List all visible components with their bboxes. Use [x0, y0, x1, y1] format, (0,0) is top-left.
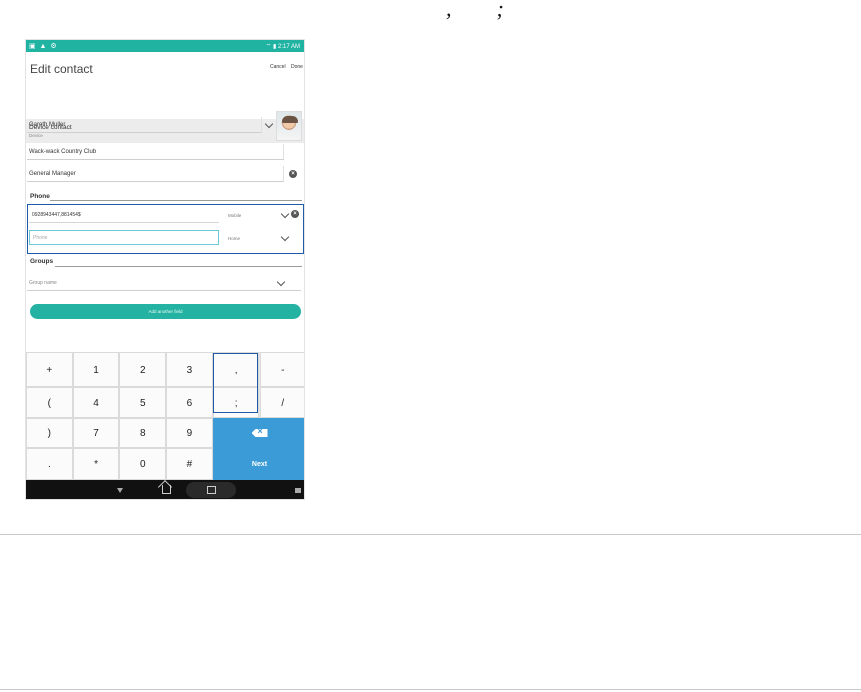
- backspace-icon: [251, 429, 268, 437]
- key-2-3[interactable]: 0: [119, 448, 167, 480]
- key-2-0[interactable]: 2: [119, 352, 167, 387]
- key-3-0[interactable]: 3: [166, 352, 213, 387]
- account-subtitle: Device: [29, 133, 43, 138]
- name-field[interactable]: Gareth Muller: [27, 117, 262, 133]
- status-icons-left: ▣ ▲ ⚙: [29, 43, 58, 50]
- key-4-0[interactable]: ,: [212, 352, 260, 387]
- caption-comma: ,: [446, 0, 452, 21]
- job-title-field[interactable]: General Manager: [27, 166, 284, 182]
- remove-phone-icon[interactable]: ×: [291, 210, 299, 218]
- menu-icon[interactable]: [295, 488, 301, 493]
- key-0-1[interactable]: (: [26, 387, 73, 418]
- chevron-down-icon[interactable]: [280, 209, 290, 219]
- group-name-select[interactable]: Group name: [27, 275, 301, 291]
- key-1-3[interactable]: *: [72, 448, 120, 480]
- next-key[interactable]: Next: [213, 448, 304, 480]
- recent-apps-button[interactable]: [186, 482, 236, 498]
- divider: [0, 689, 861, 690]
- numeric-keypad: +123,- (456;/)789.*0# Next: [26, 352, 304, 480]
- key-3-2[interactable]: 9: [166, 418, 213, 448]
- navigation-bar: [26, 480, 304, 499]
- phone-number-input-empty[interactable]: Phone: [29, 230, 219, 245]
- cancel-button[interactable]: Cancel: [270, 64, 286, 70]
- caption: , ;: [446, 0, 504, 22]
- key-1-1[interactable]: 4: [72, 387, 120, 418]
- company-field[interactable]: Wack-wack Country Club: [27, 144, 284, 160]
- key-0-0[interactable]: +: [26, 352, 73, 387]
- key-0-3[interactable]: .: [26, 448, 73, 480]
- done-button[interactable]: Done: [291, 64, 303, 70]
- page-title: Edit contact: [30, 62, 93, 76]
- phone-type-select[interactable]: Mobile: [228, 213, 241, 218]
- divider: [50, 200, 302, 201]
- divider: [0, 534, 861, 535]
- back-icon[interactable]: [117, 488, 123, 493]
- phone-screen: ▣ ▲ ⚙ ⌔ ▮ 2:17 AM Edit contact Cancel Do…: [25, 39, 305, 500]
- key-2-2[interactable]: 8: [119, 418, 167, 448]
- backspace-key[interactable]: [213, 418, 304, 448]
- home-icon[interactable]: [162, 485, 171, 494]
- key-0-2[interactable]: ): [26, 418, 73, 448]
- key-2-1[interactable]: 5: [119, 387, 167, 418]
- add-field-button[interactable]: Add another field: [30, 304, 301, 319]
- chevron-down-icon[interactable]: [280, 232, 290, 242]
- status-bar: ▣ ▲ ⚙ ⌔ ▮ 2:17 AM: [26, 40, 304, 52]
- groups-section-label: Groups: [30, 258, 54, 265]
- phone-type-select[interactable]: Home: [228, 236, 240, 241]
- key-3-3[interactable]: #: [166, 448, 213, 480]
- key-1-0[interactable]: 1: [72, 352, 120, 387]
- caption-semicolon: ;: [496, 0, 504, 21]
- key-1-2[interactable]: 7: [72, 418, 120, 448]
- phone-number-input[interactable]: 0928943447,881454$: [29, 208, 219, 223]
- key-4-1[interactable]: ;: [212, 387, 260, 418]
- key-5-0[interactable]: -: [259, 352, 304, 387]
- phone-entries-box: 0928943447,881454$ Mobile × Phone Home: [27, 204, 304, 254]
- remove-field-icon[interactable]: ×: [289, 170, 297, 178]
- divider: [55, 266, 302, 267]
- key-5-1[interactable]: /: [259, 387, 304, 418]
- status-icons-right: ⌔ ▮ 2:17 AM: [265, 44, 300, 50]
- recent-apps-icon: [207, 486, 216, 494]
- key-3-1[interactable]: 6: [166, 387, 213, 418]
- phone-section-label: Phone: [30, 193, 50, 200]
- avatar[interactable]: [276, 111, 302, 141]
